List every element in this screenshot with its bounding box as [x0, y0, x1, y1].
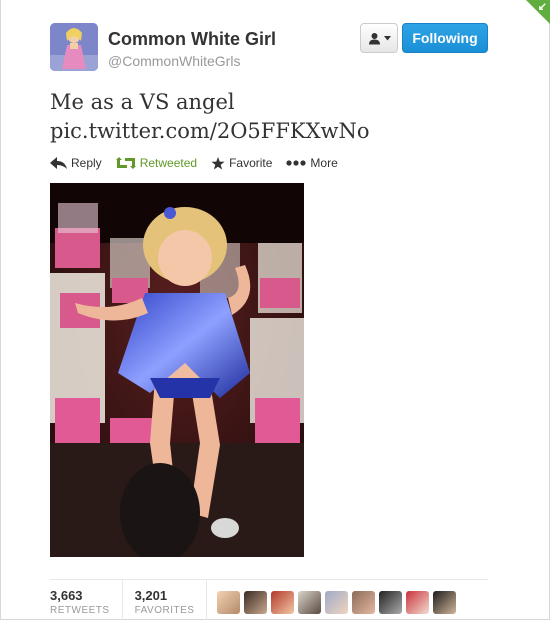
favoriter-avatar[interactable] [244, 591, 267, 614]
reply-label: Reply [71, 156, 102, 170]
screen-name[interactable]: @CommonWhiteGrls [108, 53, 240, 69]
favorite-label: Favorite [229, 156, 273, 170]
more-label: More [310, 156, 338, 170]
favoriter-avatar[interactable] [433, 591, 456, 614]
favoriter-avatar[interactable] [379, 591, 402, 614]
retweeted-label: Retweeted [139, 156, 198, 170]
favoriter-avatar[interactable] [325, 591, 348, 614]
favorite-button[interactable]: Favorite [211, 156, 272, 170]
retweet-icon [115, 157, 136, 169]
corner-arrow-icon: ↙ [537, 1, 547, 13]
retweets-label: RETWEETS [50, 605, 110, 616]
more-dots-icon [286, 160, 307, 166]
tweet-text: Me as a VS angel pic.twitter.com/2O5FFKX… [50, 88, 370, 146]
retweets-count: 3,663 [50, 588, 83, 603]
favoriter-avatars [217, 591, 456, 614]
user-actions-button[interactable] [360, 23, 398, 53]
tweet-media-link[interactable]: pic.twitter.com/2O5FFKXwNo [50, 117, 370, 146]
avatar[interactable] [50, 23, 98, 71]
favoriter-avatar[interactable] [271, 591, 294, 614]
tweet-header: Common White Girl @CommonWhiteGrls Follo… [50, 23, 490, 73]
favoriter-avatar[interactable] [406, 591, 429, 614]
tweet-actions: Reply Retweeted Favorite More [50, 153, 352, 173]
favorites-label: FAVORITES [134, 605, 195, 616]
retweeted-button[interactable]: Retweeted [115, 156, 198, 170]
tweet-text-line: Me as a VS angel [50, 90, 235, 114]
favoriter-avatar[interactable] [352, 591, 375, 614]
tweet-photo[interactable] [50, 183, 304, 557]
more-button[interactable]: More [286, 156, 338, 170]
favoriter-avatar[interactable] [298, 591, 321, 614]
display-name[interactable]: Common White Girl [108, 29, 276, 50]
retweets-stat[interactable]: 3,663 RETWEETS [50, 580, 123, 620]
star-icon [211, 156, 225, 169]
favorites-count: 3,201 [134, 588, 168, 603]
favoriter-avatar[interactable] [217, 591, 240, 614]
tweet-stats: 3,663 RETWEETS 3,201 FAVORITES [50, 580, 219, 620]
reply-button[interactable]: Reply [50, 156, 102, 170]
favorites-stat[interactable]: 3,201 FAVORITES [135, 580, 208, 620]
person-icon [368, 32, 380, 44]
reply-icon [50, 157, 67, 169]
following-button[interactable]: Following [402, 23, 488, 53]
caret-down-icon [383, 35, 391, 40]
